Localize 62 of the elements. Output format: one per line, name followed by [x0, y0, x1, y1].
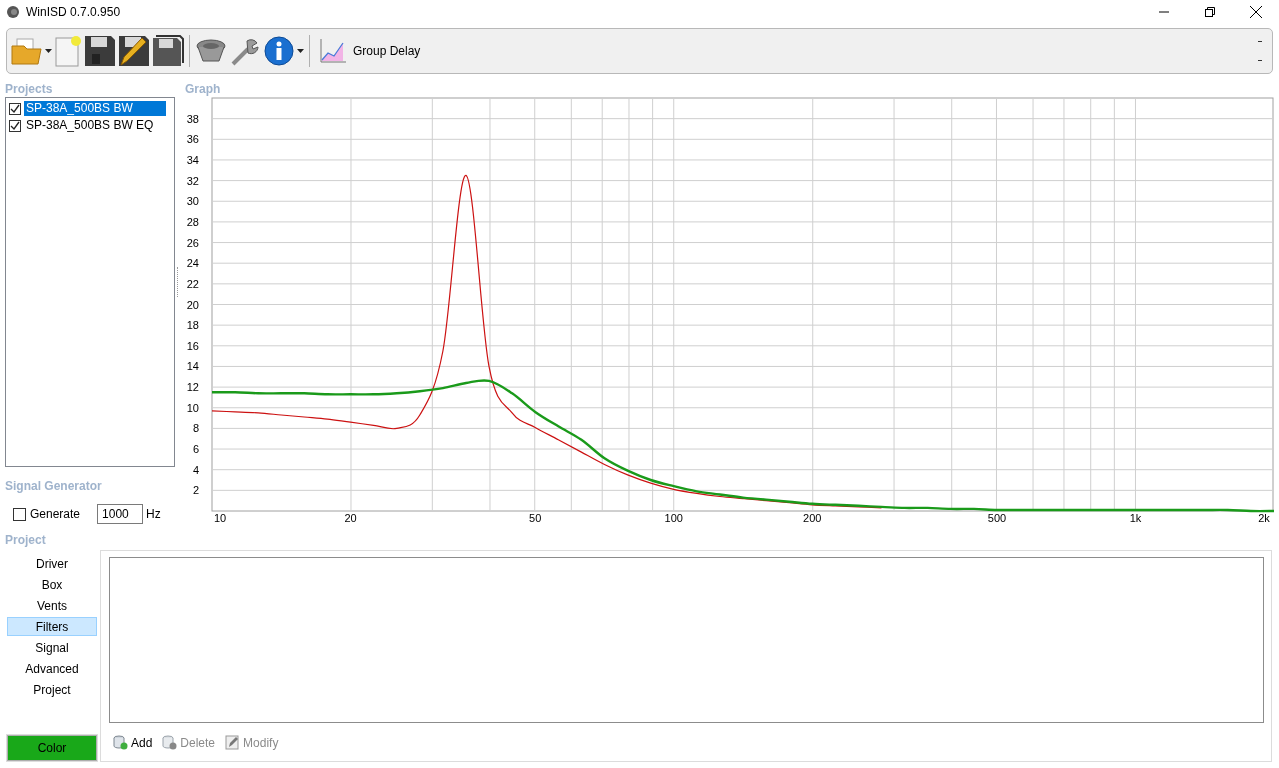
section-heading: Graph	[185, 82, 222, 97]
action-button[interactable]: Add	[113, 735, 153, 750]
database-minus-icon	[162, 735, 178, 750]
color-button[interactable]: Color	[7, 735, 97, 761]
dash-icon	[1258, 41, 1262, 42]
frequency-field[interactable]: 1000	[97, 504, 144, 524]
axis-tick-label: 10	[186, 401, 199, 414]
splitter-grip-icon[interactable]	[177, 267, 180, 297]
list-item[interactable]: SP-38A_500BS BW EQ	[24, 118, 156, 133]
group-delay-button[interactable]: Group Delay	[315, 32, 425, 70]
checkbox[interactable]	[13, 507, 26, 521]
nav-item[interactable]: Box	[7, 575, 97, 594]
nav-item[interactable]: Advanced	[7, 659, 97, 678]
checkbox[interactable]	[9, 119, 21, 132]
axis-tick-label: 4	[192, 463, 199, 476]
axis-tick-label: 34	[186, 153, 199, 166]
axis-tick-label: 18	[186, 319, 199, 332]
axis-tick-label: 12	[186, 381, 199, 394]
axis-tick-label: 28	[186, 215, 199, 228]
axis-tick-label: 2k	[1258, 512, 1270, 524]
axis-tick-label: 50	[529, 512, 542, 524]
checkbox-label: Generate	[30, 507, 81, 521]
axis-tick-label: 8	[192, 422, 199, 435]
section-heading: Project	[5, 533, 47, 548]
list-item[interactable]: SP-38A_500BS BW	[24, 101, 166, 116]
window-title: WinISD 0.7.0.950	[26, 5, 121, 19]
unit-label: Hz	[146, 507, 161, 521]
axis-tick-label: 26	[186, 236, 199, 249]
axis-tick-label: 500	[987, 512, 1007, 524]
axis-tick-label: 30	[186, 195, 199, 208]
nav-item[interactable]: Vents	[7, 596, 97, 615]
axis-tick-label: 1k	[1129, 512, 1142, 524]
section-heading: Projects	[5, 82, 54, 97]
line-chart-icon	[319, 38, 347, 64]
axis-tick-label: 2	[192, 484, 199, 497]
section-heading: Signal Generator	[5, 479, 103, 494]
nav-item[interactable]: Driver	[7, 554, 97, 573]
pencil-page-icon	[225, 735, 241, 750]
axis-tick-label: 24	[186, 257, 199, 270]
axis-tick-label: 38	[186, 112, 199, 125]
caret-icon[interactable]	[297, 49, 304, 53]
axis-tick-label: 22	[186, 277, 199, 290]
database-plus-icon	[113, 735, 128, 750]
axis-tick-label: 6	[192, 443, 199, 456]
axis-tick-label: 14	[186, 360, 199, 373]
axis-tick-label: 16	[186, 339, 199, 352]
dash-icon	[1258, 60, 1262, 61]
nav-item[interactable]: Filters	[7, 617, 97, 636]
close-icon[interactable]	[1250, 6, 1262, 18]
axis-tick-label: 10	[213, 512, 227, 524]
caret-icon[interactable]	[45, 49, 52, 53]
axis-tick-label: 100	[664, 512, 683, 524]
nav-item[interactable]: Signal	[7, 638, 97, 657]
axis-tick-label: 36	[186, 133, 199, 146]
axis-tick-label: 32	[186, 174, 199, 187]
axis-tick-label: 20	[344, 512, 357, 524]
speaker-logo-icon	[6, 5, 20, 19]
restore-icon[interactable]	[1205, 7, 1215, 17]
checkbox[interactable]	[9, 102, 21, 115]
axis-tick-label: 20	[186, 298, 199, 311]
axis-tick-label: 200	[803, 512, 822, 524]
nav-item[interactable]: Project	[7, 680, 97, 699]
